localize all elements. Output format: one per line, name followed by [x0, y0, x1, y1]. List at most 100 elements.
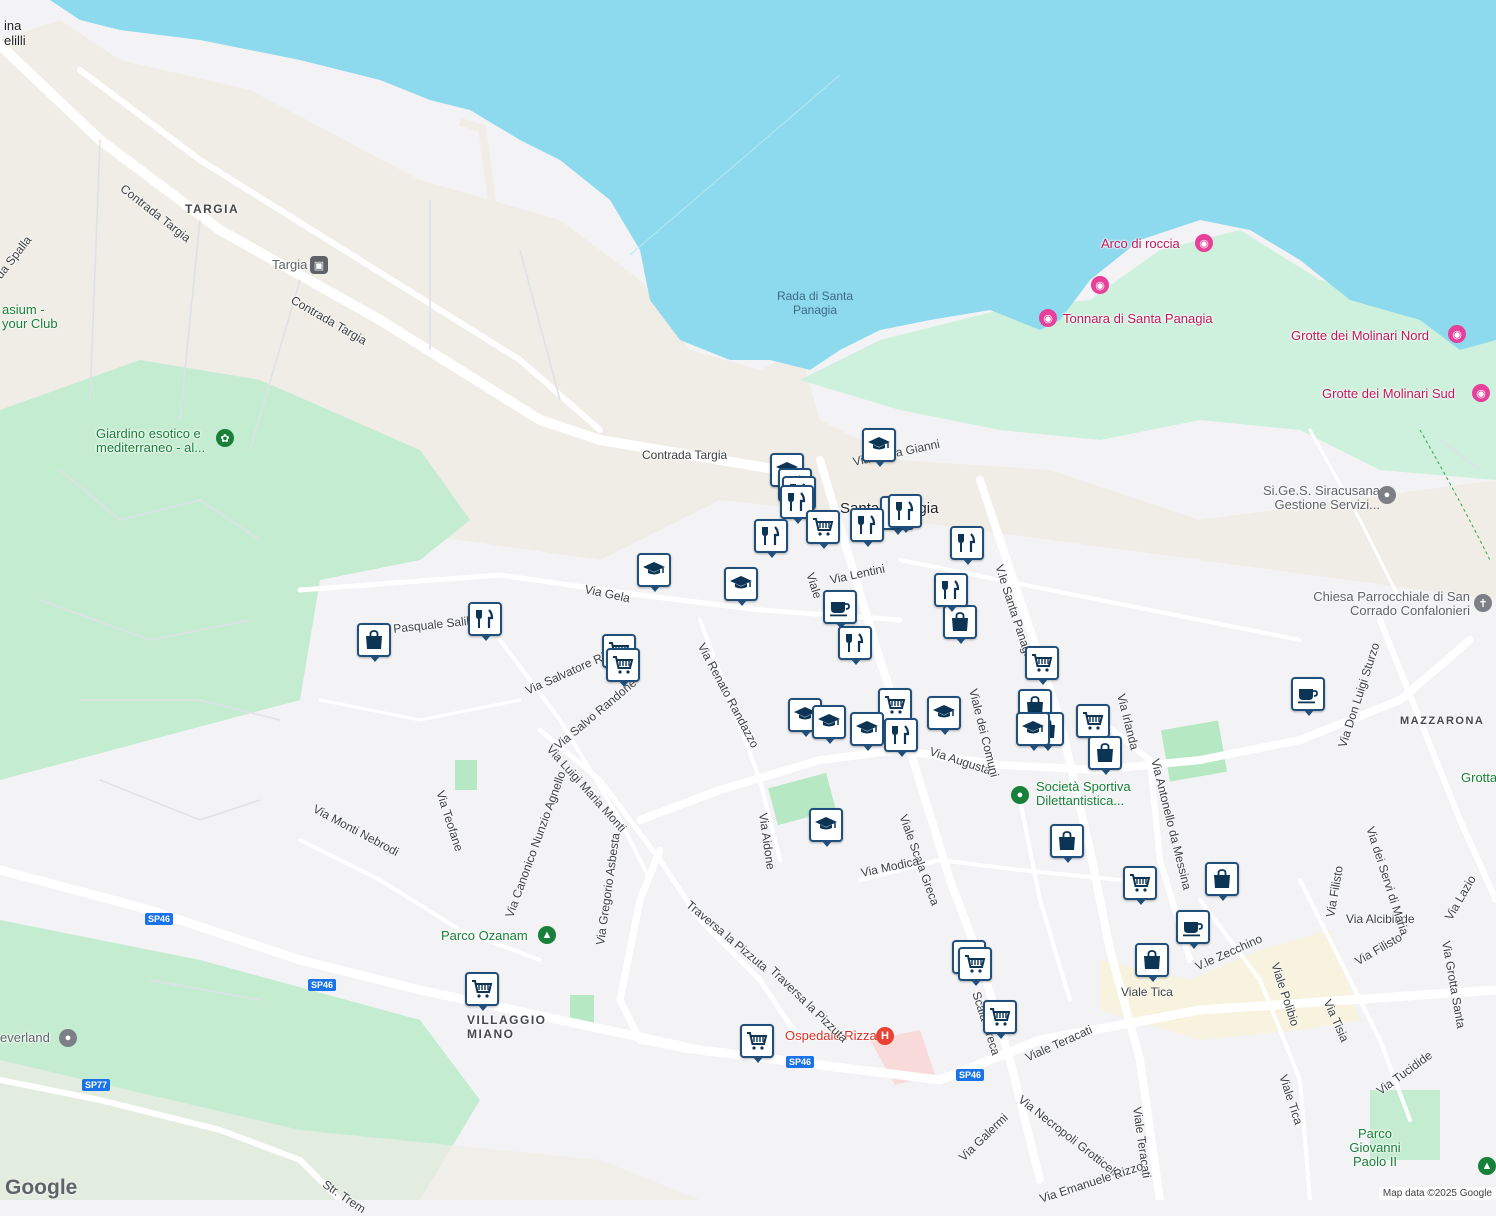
restaurant-icon	[788, 492, 806, 511]
poi-grotta[interactable]: Grotta	[1461, 771, 1496, 785]
grocery-icon	[813, 518, 834, 536]
restaurant-marker[interactable]	[838, 626, 872, 665]
grocery-icon	[1032, 654, 1053, 672]
poi-parco-ozanam[interactable]: Parco Ozanam	[441, 929, 528, 943]
school-marker[interactable]	[927, 696, 961, 735]
poi-everland[interactable]: everland	[0, 1031, 50, 1045]
sport-icon[interactable]: ●	[1011, 786, 1029, 804]
school-icon	[868, 437, 890, 450]
street-label: Viale Tica	[1121, 985, 1173, 999]
poi-tonnara[interactable]: Tonnara di Santa Panagia	[1063, 312, 1213, 326]
shopping-icon	[1214, 869, 1230, 888]
poi-giardino-esotico[interactable]: Giardino esotico e mediterraneo - al...	[96, 427, 216, 455]
map-attribution[interactable]: Map data ©2025 Google	[1378, 1187, 1496, 1200]
place-label-villaggio-miano: VILLAGGIO MIANO	[467, 1013, 547, 1041]
camera-icon[interactable]: ◉	[1472, 384, 1490, 402]
cafe-marker[interactable]	[1291, 677, 1325, 716]
poi-societa-sportiva[interactable]: Società Sportiva Dilettantistica...	[1036, 780, 1146, 808]
restaurant-icon	[942, 580, 960, 599]
hospital-icon[interactable]: H	[876, 1027, 894, 1045]
shopping-icon	[1144, 950, 1160, 969]
road-shield-sp77: SP77	[82, 1079, 111, 1091]
grocery-icon	[1083, 712, 1104, 730]
grocery-marker[interactable]	[606, 648, 640, 687]
cafe-icon	[830, 602, 850, 617]
grocery-marker[interactable]	[1025, 646, 1059, 685]
school-marker[interactable]	[862, 428, 896, 467]
shopping-marker[interactable]	[1050, 824, 1084, 863]
cafe-icon	[1298, 689, 1318, 704]
poi-arco-di-roccia[interactable]: Arco di roccia	[1101, 237, 1180, 251]
tree-icon[interactable]: ▲	[538, 926, 556, 944]
restaurant-marker[interactable]	[934, 573, 968, 612]
grocery-icon	[885, 696, 906, 714]
restaurant-marker[interactable]	[950, 526, 984, 565]
poi-grotte-molinari-sud[interactable]: Grotte dei Molinari Sud	[1322, 387, 1455, 401]
school-icon	[1022, 721, 1044, 734]
poi-parco-giovanni-paolo[interactable]: Parco Giovanni Paolo II	[1345, 1127, 1405, 1169]
restaurant-icon	[476, 609, 494, 628]
grocery-marker[interactable]	[1123, 866, 1157, 905]
poi-sigess[interactable]: Si.Ge.S. Siracusana Gestione Servizi...	[1250, 484, 1380, 512]
school-marker[interactable]	[812, 705, 846, 744]
road-shield-sp46: SP46	[786, 1056, 815, 1068]
grocery-icon	[990, 1008, 1011, 1026]
poi-targia-station[interactable]: Targia	[272, 258, 307, 272]
school-icon	[730, 576, 752, 589]
grocery-marker[interactable]	[1076, 704, 1110, 743]
building-icon[interactable]: ●	[59, 1029, 77, 1047]
poi-chiesa[interactable]: Chiesa Parrocchiale di San Corrado Confa…	[1300, 590, 1470, 618]
restaurant-marker[interactable]	[888, 494, 922, 533]
school-icon	[856, 721, 878, 734]
grocery-icon	[1130, 874, 1151, 892]
camera-icon[interactable]: ◉	[1091, 276, 1109, 294]
school-marker[interactable]	[724, 567, 758, 606]
place-label-mazzarona: MAZZARONA	[1400, 715, 1485, 727]
water-label: Rada di Santa Panagia	[776, 289, 854, 317]
restaurant-icon	[958, 533, 976, 552]
cafe-marker[interactable]	[823, 590, 857, 629]
place-label-top-left: ina elilli	[4, 18, 26, 48]
school-icon	[933, 705, 955, 718]
road-shield-sp46: SP46	[145, 913, 174, 925]
shopping-icon	[1097, 743, 1113, 762]
camera-icon[interactable]: ◉	[1448, 325, 1466, 343]
shopping-icon	[366, 630, 382, 649]
grocery-icon	[747, 1032, 768, 1050]
school-marker[interactable]	[850, 712, 884, 751]
camera-icon[interactable]: ◉	[1195, 234, 1213, 252]
poi-gymnasium[interactable]: asium - your Club	[2, 303, 62, 331]
restaurant-marker[interactable]	[850, 508, 884, 547]
shopping-icon	[952, 612, 968, 631]
school-icon	[818, 714, 840, 727]
cafe-marker[interactable]	[1176, 910, 1210, 949]
restaurant-icon	[762, 526, 780, 545]
grocery-icon	[965, 955, 986, 973]
grocery-marker[interactable]	[983, 1000, 1017, 1039]
grocery-marker[interactable]	[465, 972, 499, 1011]
tree-icon[interactable]: ▲	[1478, 1157, 1496, 1175]
flower-icon[interactable]: ✿	[216, 429, 234, 447]
road-shield-sp46: SP46	[956, 1069, 985, 1081]
school-marker[interactable]	[1016, 712, 1050, 751]
grocery-marker[interactable]	[740, 1024, 774, 1063]
camera-icon[interactable]: ◉	[1039, 309, 1057, 327]
shopping-marker[interactable]	[357, 623, 391, 662]
restaurant-marker[interactable]	[468, 602, 502, 641]
restaurant-icon	[858, 515, 876, 534]
restaurant-marker[interactable]	[884, 718, 918, 757]
train-icon[interactable]: ▣	[310, 256, 328, 274]
grocery-marker[interactable]	[806, 510, 840, 549]
school-marker[interactable]	[637, 553, 671, 592]
church-icon[interactable]: ✝	[1474, 594, 1492, 612]
school-marker[interactable]	[809, 808, 843, 847]
grocery-marker[interactable]	[958, 947, 992, 986]
google-logo: Google	[5, 1176, 78, 1199]
shopping-marker[interactable]	[1135, 943, 1169, 982]
restaurant-marker[interactable]	[754, 519, 788, 558]
shopping-marker[interactable]	[1088, 736, 1122, 775]
shopping-marker[interactable]	[1205, 862, 1239, 901]
poi-grotte-molinari-nord[interactable]: Grotte dei Molinari Nord	[1291, 329, 1429, 343]
building-icon[interactable]: ●	[1378, 486, 1396, 504]
shopping-icon	[1059, 831, 1075, 850]
